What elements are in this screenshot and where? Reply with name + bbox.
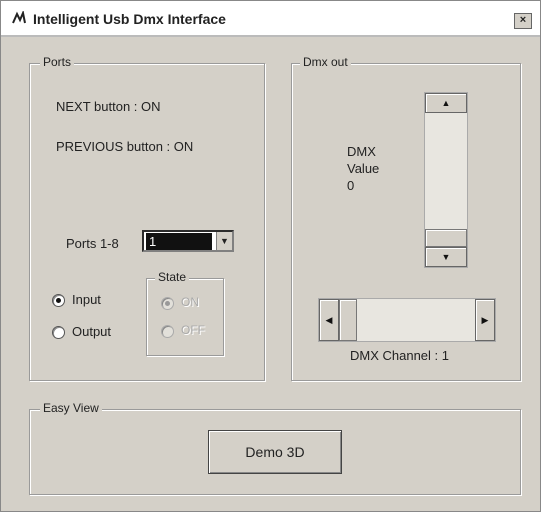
demo-3d-button[interactable]: Demo 3D <box>208 430 342 474</box>
close-button[interactable]: × <box>514 13 532 29</box>
dmx-out-group: Dmx out DMX Value 0 ▲ ▼ ◀ ▶ DMX Channel … <box>291 55 521 381</box>
state-group: State ON OFF <box>146 270 224 356</box>
scroll-down-button[interactable]: ▼ <box>425 247 467 267</box>
dmx-value-thumb[interactable] <box>425 229 467 247</box>
ports-select[interactable]: 1 ▼ <box>142 230 234 252</box>
dmx-value-label-2: Value <box>347 161 380 176</box>
input-label[interactable]: Input <box>72 292 101 307</box>
ports-legend: Ports <box>40 55 75 69</box>
close-icon: × <box>519 14 527 26</box>
dmx-value: 0 <box>347 178 355 193</box>
easy-view-group: Easy View Demo 3D <box>29 401 521 495</box>
state-on-radio <box>161 297 174 310</box>
output-label[interactable]: Output <box>72 324 111 339</box>
dmx-channel-label: DMX Channel : 1 <box>350 348 449 363</box>
state-on-label: ON <box>181 295 199 309</box>
app-icon <box>11 9 27 25</box>
scroll-left-button[interactable]: ◀ <box>319 299 339 341</box>
window-title: Intelligent Usb Dmx Interface <box>33 11 226 27</box>
dmx-out-legend: Dmx out <box>300 55 351 69</box>
next-button-status: NEXT button : ON <box>56 99 161 114</box>
input-radio[interactable] <box>52 294 65 307</box>
state-off-label: OFF <box>181 323 205 337</box>
scroll-right-button[interactable]: ▶ <box>475 299 495 341</box>
scroll-up-button[interactable]: ▲ <box>425 93 467 113</box>
easy-view-legend: Easy View <box>40 401 102 415</box>
state-legend: State <box>155 270 190 284</box>
dmx-channel-scrollbar[interactable]: ◀ ▶ <box>318 298 496 342</box>
title-bar[interactable]: Intelligent Usb Dmx Interface × <box>1 1 540 37</box>
state-off-radio <box>161 325 174 338</box>
ports-group: Ports NEXT button : ON PREVIOUS button :… <box>29 55 265 381</box>
previous-button-status: PREVIOUS button : ON <box>56 139 194 154</box>
dmx-value-label-1: DMX <box>347 144 376 159</box>
ports-label: Ports 1-8 <box>66 236 119 251</box>
dmx-channel-thumb[interactable] <box>339 299 357 341</box>
chevron-down-icon[interactable]: ▼ <box>216 232 232 250</box>
ports-select-value: 1 <box>146 233 212 250</box>
output-radio[interactable] <box>52 326 65 339</box>
dmx-value-scrollbar[interactable]: ▲ ▼ <box>424 92 468 268</box>
app-window: Intelligent Usb Dmx Interface × Ports NE… <box>0 0 541 512</box>
